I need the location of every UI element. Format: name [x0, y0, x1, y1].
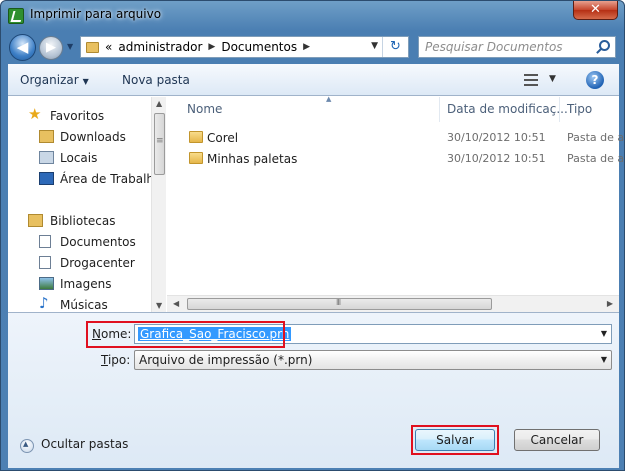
new-folder-button[interactable]: Nova pasta	[122, 73, 190, 87]
cancel-button[interactable]: Cancelar	[514, 429, 600, 451]
type-label: Tipo:	[101, 353, 130, 367]
collapse-icon[interactable]	[20, 439, 34, 453]
navigation-bar: ◀ ▶ ▼ « administrador ▶ Documentos ▶ ▼ ↻…	[1, 31, 624, 64]
library-icon	[39, 256, 51, 269]
file-name: Corel	[207, 131, 239, 145]
column-header-name[interactable]: Nome ▲	[187, 95, 331, 122]
file-type-chevron-down-icon[interactable]: ▼	[601, 355, 607, 364]
scroll-up-icon[interactable]: ▲	[156, 99, 162, 108]
save-dialog-window: Imprimir para arquivo ✕ ◀ ▶ ▼ « administ…	[0, 0, 625, 471]
filename-highlight-box	[86, 321, 285, 348]
coreldraw-app-icon	[8, 8, 24, 24]
desktop-icon	[39, 172, 54, 185]
downloads-folder-icon	[39, 130, 54, 143]
sidebar-item-favoritos[interactable]: Favoritos	[50, 109, 104, 123]
file-type-select[interactable]: Arquivo de impressão (*.prn) ▼	[134, 350, 612, 370]
scrollbar-thumb[interactable]	[187, 298, 492, 310]
chevron-down-icon: ▼	[82, 77, 89, 86]
folder-icon	[189, 131, 203, 143]
file-type: Pasta de a	[567, 152, 625, 165]
type-label-mnemonic: T	[101, 353, 108, 367]
scroll-left-icon[interactable]: ◀	[173, 299, 179, 308]
sidebar-item-drogacenter[interactable]: Drogacenter	[60, 256, 135, 270]
breadcrumb-overflow[interactable]: «	[105, 40, 112, 54]
sidebar-item-bibliotecas[interactable]: Bibliotecas	[50, 214, 115, 228]
breadcrumb-separator-icon[interactable]: ▶	[208, 42, 215, 52]
type-label-text: ipo:	[107, 353, 131, 367]
search-placeholder: Pesquisar Documentos	[425, 40, 563, 54]
hide-folders-button[interactable]: Ocultar pastas	[41, 437, 128, 451]
file-name: Minhas paletas	[207, 152, 298, 166]
view-chevron-down-icon[interactable]: ▼	[549, 74, 556, 84]
file-date: 30/10/2012 10:51	[447, 152, 546, 165]
save-options-panel: Nome: Grafica_Sao_Fracisco.prn ▼ Tipo: A…	[8, 312, 619, 468]
scroll-down-icon[interactable]: ▼	[156, 301, 162, 310]
title-bar[interactable]: Imprimir para arquivo ✕	[1, 1, 624, 31]
file-row[interactable]: Minhas paletas 30/10/2012 10:51 Pasta de…	[167, 149, 624, 169]
sidebar-item-musicas[interactable]: Músicas	[60, 298, 108, 312]
recent-pages-chevron-down-icon[interactable]: ▼	[67, 42, 73, 51]
refresh-icon[interactable]: ↻	[382, 37, 408, 57]
pictures-icon	[39, 277, 54, 290]
scroll-right-icon[interactable]: ▶	[607, 299, 613, 308]
breadcrumb-separator-icon[interactable]: ▶	[303, 42, 310, 52]
search-input[interactable]: Pesquisar Documentos	[418, 36, 616, 58]
libraries-icon	[28, 214, 43, 227]
file-date: 30/10/2012 10:51	[447, 131, 546, 144]
folder-icon	[86, 41, 99, 53]
column-separator[interactable]	[559, 97, 560, 122]
help-icon[interactable]: ?	[586, 71, 604, 89]
music-icon: ♪	[39, 294, 49, 312]
dialog-body: Organizar ▼ Nova pasta ▼ ? ★ Favoritos Do…	[8, 64, 624, 468]
column-header-date[interactable]: Data de modificaç...	[447, 97, 568, 122]
navigation-scrollbar[interactable]: ▲ ▼	[151, 97, 166, 312]
sidebar-item-downloads[interactable]: Downloads	[60, 130, 126, 144]
file-row[interactable]: Corel 30/10/2012 10:51 Pasta de a	[167, 128, 624, 148]
close-button[interactable]: ✕	[573, 1, 618, 20]
command-toolbar: Organizar ▼ Nova pasta ▼ ?	[8, 64, 619, 96]
window-title: Imprimir para arquivo	[30, 7, 162, 21]
breadcrumb-administrador[interactable]: administrador	[118, 40, 202, 54]
navigation-pane: ★ Favoritos Downloads Locais Área de Tra…	[8, 97, 166, 312]
file-type: Pasta de a	[567, 131, 625, 144]
column-separator[interactable]	[439, 97, 440, 122]
filename-history-chevron-down-icon[interactable]: ▼	[601, 329, 607, 338]
organize-button[interactable]: Organizar ▼	[20, 73, 89, 87]
column-header-type[interactable]: Tipo	[567, 97, 592, 122]
view-options-icon[interactable]	[524, 74, 538, 86]
horizontal-scrollbar[interactable]: ◀ ▶	[167, 295, 619, 312]
back-button[interactable]: ◀	[9, 34, 36, 61]
scrollbar-thumb[interactable]	[154, 113, 165, 175]
address-dropdown-icon[interactable]: ▼	[371, 41, 378, 51]
folder-icon	[189, 152, 203, 164]
documents-icon	[39, 235, 51, 248]
file-list: Nome ▲ Data de modificaç... Tipo Corel 3…	[167, 95, 624, 312]
sidebar-item-area-de-trabalho[interactable]: Área de Trabalho	[60, 172, 161, 186]
sidebar-item-locais[interactable]: Locais	[60, 151, 97, 165]
column-name-label: Nome	[187, 102, 223, 116]
sidebar-item-documentos[interactable]: Documentos	[60, 235, 136, 249]
sort-ascending-icon: ▲	[326, 95, 332, 103]
address-bar[interactable]: « administrador ▶ Documentos ▶ ▼ ↻	[80, 36, 409, 58]
recent-places-icon	[39, 151, 54, 164]
organize-label: Organizar	[20, 73, 79, 87]
file-type-value: Arquivo de impressão (*.prn)	[139, 353, 313, 367]
sidebar-item-imagens[interactable]: Imagens	[60, 277, 111, 291]
forward-button[interactable]: ▶	[39, 36, 63, 60]
save-highlight-box	[411, 425, 499, 455]
star-icon: ★	[28, 105, 42, 123]
search-icon[interactable]	[599, 40, 610, 51]
breadcrumb-documentos[interactable]: Documentos	[221, 40, 297, 54]
